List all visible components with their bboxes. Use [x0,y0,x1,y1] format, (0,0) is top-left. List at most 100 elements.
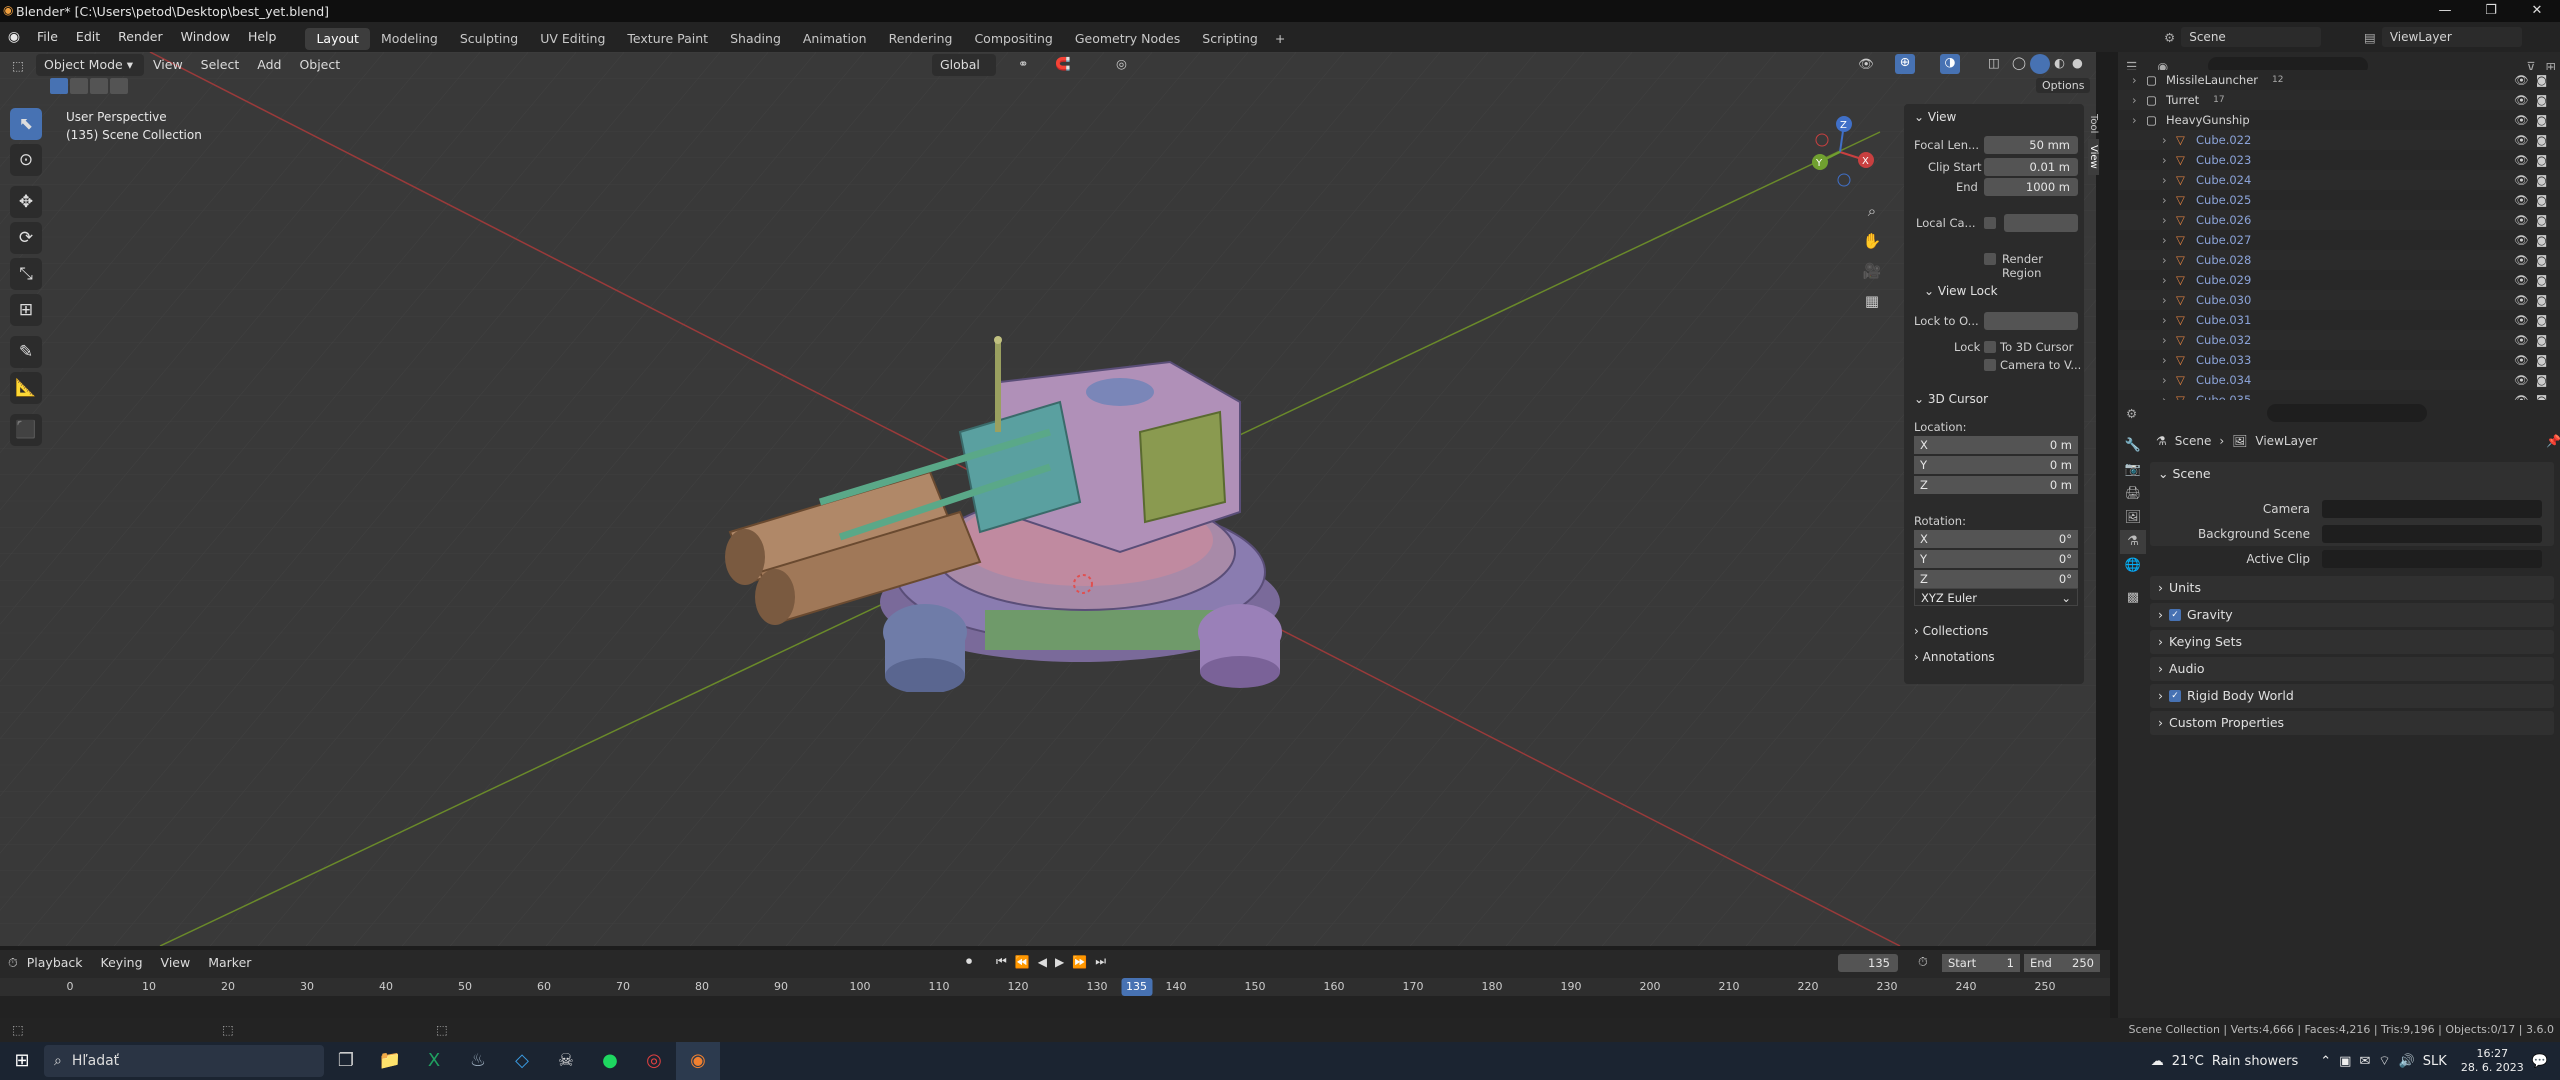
tab-layout[interactable]: Layout [305,28,370,50]
menu-edit[interactable]: Edit [67,22,109,52]
tray-app2-icon[interactable]: ✉ [2359,1054,2370,1069]
property-section[interactable]: › Keying Sets [2150,630,2554,654]
outliner-row[interactable]: › ▽ Cube.027 👁 ◙ [2118,230,2560,250]
eye-icon[interactable]: 👁 [2514,310,2529,330]
camera-field[interactable] [2322,499,2542,518]
jump-end-icon[interactable]: ⏭ [1095,954,1106,969]
tab-sculpting[interactable]: Sculpting [449,28,529,50]
overlay-toggle-icon[interactable]: ◑ [1940,54,1960,74]
outliner-row[interactable]: › ▽ Cube.033 👁 ◙ [2118,350,2560,370]
expand-arrow-icon[interactable]: › [2162,310,2176,330]
frame-ruler[interactable]: 0 10 20 30 40 50 60 70 80 90 100 110 120 130 140 150 160… [0,978,2110,1020]
expand-arrow-icon[interactable]: › [2162,230,2176,250]
volume-icon[interactable]: 🔊 [2399,1054,2415,1069]
expand-arrow-icon[interactable]: › [2162,170,2176,190]
maximize-button[interactable]: ❐ [2468,0,2514,22]
tab-uv-editing[interactable]: UV Editing [529,28,616,50]
vp-menu-object[interactable]: Object [290,50,349,80]
prev-key-icon[interactable]: ⏪ [1015,955,1030,969]
properties-editor-icon[interactable]: ⚙ [2126,406,2137,421]
start-menu-icon[interactable]: ⊞ [0,1042,44,1080]
render-region-checkbox[interactable] [1984,253,1996,265]
blender-taskbar-icon[interactable]: ◉ [676,1042,720,1080]
expand-arrow-icon[interactable]: › [2132,110,2146,130]
to-cursor-checkbox[interactable] [1984,341,1996,353]
camera-render-icon[interactable]: ◙ [2536,230,2547,250]
eye-icon[interactable]: 👁 [2514,350,2529,370]
jump-start-icon[interactable]: ⏮ [996,954,1007,969]
lock-object-field[interactable] [1984,312,2078,330]
timeline-editor-icon[interactable]: ⏱ [8,955,18,971]
focal-length-field[interactable]: 50 mm [1984,136,2078,154]
local-camera-field[interactable] [2004,214,2078,232]
outliner-row[interactable]: › ▽ Cube.023 👁 ◙ [2118,150,2560,170]
rendered-shading-icon[interactable]: ● [2072,55,2083,70]
menu-view[interactable]: View [152,952,200,974]
menu-help[interactable]: Help [239,22,286,52]
end-frame-field[interactable]: End 250 [2024,954,2100,972]
view-layer-tab-icon[interactable]: 🖼 [2120,506,2146,530]
eye-icon[interactable]: 👁 [2514,250,2529,270]
blender-menu-icon[interactable]: ◉ [0,29,28,45]
file-explorer-icon[interactable]: 📁 [368,1042,412,1080]
viewlayer-name[interactable]: ViewLayer [2381,27,2522,47]
tab-view[interactable]: View [2088,139,2099,176]
scene-tab-icon[interactable]: ⚗ [2120,530,2146,554]
vp-menu-add[interactable]: Add [248,50,290,80]
outliner-row[interactable]: › ▽ Cube.030 👁 ◙ [2118,290,2560,310]
local-camera-checkbox[interactable] [1984,217,1996,229]
output-tab-icon[interactable]: 🖨 [2120,482,2146,506]
spotify-icon[interactable]: ● [588,1042,632,1080]
expand-arrow-icon[interactable]: › [2162,330,2176,350]
menu-window[interactable]: Window [172,22,239,52]
playhead[interactable]: 135 [1121,978,1152,996]
rotate-tool-icon[interactable]: ⟳ [10,222,42,254]
rotation-x-field[interactable]: X 0° [1914,530,2078,548]
vp-menu-view[interactable]: View [144,50,192,80]
eye-icon[interactable]: 👁 [2514,330,2529,350]
tab-tool[interactable]: Tool [2088,108,2099,139]
language-indicator[interactable]: SLK [2423,1054,2447,1069]
skull-app-icon[interactable]: ☠ [544,1042,588,1080]
menu-render[interactable]: Render [109,22,172,52]
eye-icon[interactable]: 👁 [2514,130,2529,150]
outliner-row[interactable]: › ▽ Cube.034 👁 ◙ [2118,370,2560,390]
keyframe-area[interactable] [0,996,2110,1020]
next-key-icon[interactable]: ⏩ [1072,955,1087,969]
options-button[interactable]: Options [2036,78,2091,93]
tab-compositing[interactable]: Compositing [963,28,1063,50]
eye-icon[interactable]: 👁 [2514,210,2529,230]
proportional-edit-icon[interactable]: ◎ [1116,56,1127,71]
clip-end-field[interactable]: 1000 m [1984,178,2078,196]
clock[interactable]: 16:27 28. 6. 2023 [2461,1047,2524,1075]
pin-icon[interactable]: 📌 [2546,434,2560,448]
tray-app-icon[interactable]: ▣ [2339,1054,2351,1069]
eye-icon[interactable]: 👁 [2514,270,2529,290]
property-section[interactable]: › Custom Properties [2150,711,2554,735]
task-view-icon[interactable]: ❐ [324,1042,368,1080]
expand-arrow-icon[interactable]: › [2132,90,2146,110]
select-extend-icon[interactable] [70,78,88,94]
tab-animation[interactable]: Animation [792,28,878,50]
outliner-row[interactable]: › ▽ Cube.025 👁 ◙ [2118,190,2560,210]
ortho-grid-icon[interactable]: ▦ [1860,286,1884,316]
vscode-icon[interactable]: ◇ [500,1042,544,1080]
outliner-row[interactable]: › ▽ Cube.022 👁 ◙ [2118,130,2560,150]
collections-section[interactable]: › Collections [1914,624,1988,638]
record-icon[interactable]: ⏺ [966,954,972,969]
tab-shading[interactable]: Shading [719,28,792,50]
outliner-row[interactable]: › ▢ Turret 17 👁 ◙ [2118,90,2560,110]
camera-render-icon[interactable]: ◙ [2536,90,2547,110]
location-z-field[interactable]: Z 0 m [1914,476,2078,494]
expand-arrow-icon[interactable]: › [2162,270,2176,290]
outliner-row[interactable]: › ▽ Cube.026 👁 ◙ [2118,210,2560,230]
outliner-row[interactable]: › ▢ HeavyGunship 👁 ◙ [2118,110,2560,130]
section-checkbox[interactable]: ✓ [2169,690,2181,702]
camera-render-icon[interactable]: ◙ [2536,70,2547,90]
transform-tool-icon[interactable]: ⊞ [10,294,42,326]
expand-arrow-icon[interactable]: › [2162,350,2176,370]
section-checkbox[interactable]: ✓ [2169,609,2181,621]
camera-render-icon[interactable]: ◙ [2536,170,2547,190]
eye-icon[interactable]: 👁 [2514,170,2529,190]
vp-menu-select[interactable]: Select [192,50,249,80]
